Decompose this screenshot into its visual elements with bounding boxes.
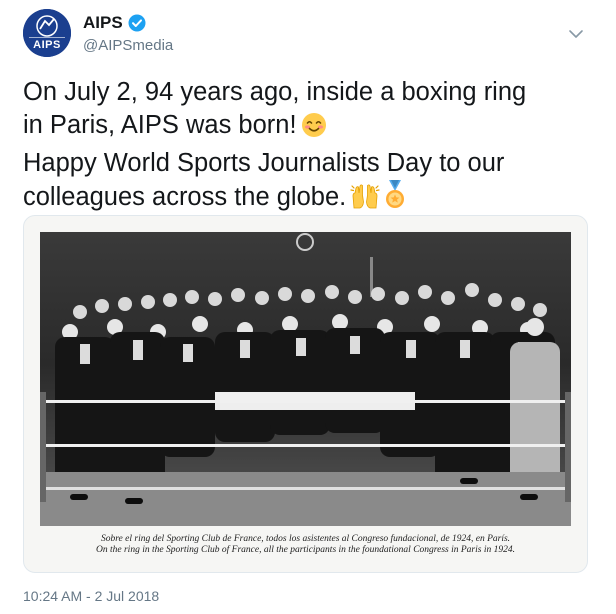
- chevron-down-icon[interactable]: [566, 26, 586, 42]
- caption-english: On the ring in the Sporting Club of Fran…: [96, 545, 515, 555]
- tweet-text-line: colleagues across the globe.: [23, 180, 608, 219]
- tweet-card: AIPS AIPS @AIPSmedia On July 2, 94 years…: [0, 0, 616, 614]
- tweet-text: On July 2, 94 years ago, inside a boxing…: [23, 76, 608, 219]
- medal-emoji-icon: [384, 180, 406, 219]
- author-handle[interactable]: @AIPSmedia: [83, 37, 173, 54]
- tweet-text-line: Happy World Sports Journalists Day to ou…: [23, 149, 505, 177]
- author-display-name[interactable]: AIPS: [83, 13, 123, 33]
- historical-photo[interactable]: [40, 232, 571, 526]
- caption-spanish: Sobre el ring del Sporting Club de Franc…: [100, 534, 511, 544]
- tweet-text-line: On July 2, 94 years ago, inside a boxing…: [23, 78, 527, 106]
- avatar-label: AIPS: [33, 39, 61, 51]
- author-name-row: AIPS: [83, 12, 146, 34]
- tweet-timestamp[interactable]: 10:24 AM - 2 Jul 2018: [23, 588, 159, 604]
- raised-hands-emoji-icon: [350, 182, 380, 219]
- photo-caption: Sobre el ring del Sporting Club de Franc…: [24, 534, 587, 556]
- tweet-media[interactable]: Sobre el ring del Sporting Club de Franc…: [23, 215, 588, 573]
- smiling-face-emoji-icon: [301, 112, 327, 147]
- avatar[interactable]: AIPS: [23, 9, 71, 57]
- tweet-text-line: in Paris, AIPS was born!: [23, 109, 608, 147]
- verified-badge-icon: [128, 14, 146, 32]
